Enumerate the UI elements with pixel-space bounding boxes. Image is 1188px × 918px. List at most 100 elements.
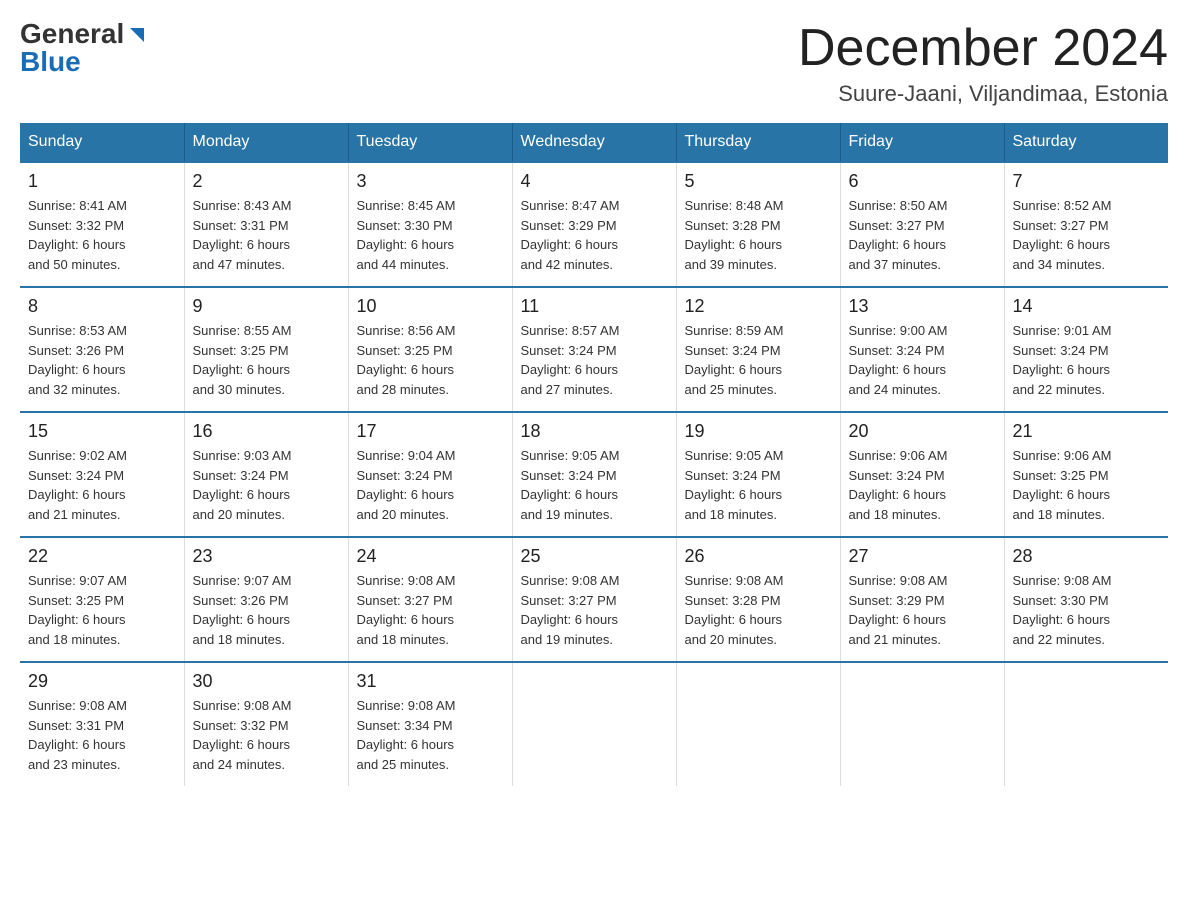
day-number: 27 xyxy=(849,546,996,567)
day-info: Sunrise: 9:08 AM Sunset: 3:29 PM Dayligh… xyxy=(849,571,996,649)
location-subtitle: Suure-Jaani, Viljandimaa, Estonia xyxy=(798,81,1168,107)
day-info: Sunrise: 9:02 AM Sunset: 3:24 PM Dayligh… xyxy=(28,446,176,524)
day-number: 16 xyxy=(193,421,340,442)
week-row-3: 15 Sunrise: 9:02 AM Sunset: 3:24 PM Dayl… xyxy=(20,412,1168,537)
week-row-1: 1 Sunrise: 8:41 AM Sunset: 3:32 PM Dayli… xyxy=(20,162,1168,287)
calendar-table: SundayMondayTuesdayWednesdayThursdayFrid… xyxy=(20,123,1168,786)
day-number: 31 xyxy=(357,671,504,692)
calendar-cell: 26 Sunrise: 9:08 AM Sunset: 3:28 PM Dayl… xyxy=(676,537,840,662)
day-number: 5 xyxy=(685,171,832,192)
day-info: Sunrise: 8:50 AM Sunset: 3:27 PM Dayligh… xyxy=(849,196,996,274)
week-row-4: 22 Sunrise: 9:07 AM Sunset: 3:25 PM Dayl… xyxy=(20,537,1168,662)
calendar-cell: 15 Sunrise: 9:02 AM Sunset: 3:24 PM Dayl… xyxy=(20,412,184,537)
calendar-cell: 11 Sunrise: 8:57 AM Sunset: 3:24 PM Dayl… xyxy=(512,287,676,412)
logo: General Blue xyxy=(20,20,148,76)
day-info: Sunrise: 9:07 AM Sunset: 3:25 PM Dayligh… xyxy=(28,571,176,649)
day-number: 1 xyxy=(28,171,176,192)
day-info: Sunrise: 9:00 AM Sunset: 3:24 PM Dayligh… xyxy=(849,321,996,399)
calendar-cell: 23 Sunrise: 9:07 AM Sunset: 3:26 PM Dayl… xyxy=(184,537,348,662)
day-info: Sunrise: 8:47 AM Sunset: 3:29 PM Dayligh… xyxy=(521,196,668,274)
calendar-cell: 7 Sunrise: 8:52 AM Sunset: 3:27 PM Dayli… xyxy=(1004,162,1168,287)
day-number: 8 xyxy=(28,296,176,317)
day-number: 7 xyxy=(1013,171,1161,192)
calendar-cell xyxy=(840,662,1004,786)
day-info: Sunrise: 9:06 AM Sunset: 3:24 PM Dayligh… xyxy=(849,446,996,524)
day-number: 20 xyxy=(849,421,996,442)
day-number: 30 xyxy=(193,671,340,692)
day-number: 25 xyxy=(521,546,668,567)
day-info: Sunrise: 9:06 AM Sunset: 3:25 PM Dayligh… xyxy=(1013,446,1161,524)
calendar-cell: 29 Sunrise: 9:08 AM Sunset: 3:31 PM Dayl… xyxy=(20,662,184,786)
weekday-header-friday: Friday xyxy=(840,123,1004,162)
day-info: Sunrise: 8:59 AM Sunset: 3:24 PM Dayligh… xyxy=(685,321,832,399)
day-info: Sunrise: 8:53 AM Sunset: 3:26 PM Dayligh… xyxy=(28,321,176,399)
day-info: Sunrise: 9:05 AM Sunset: 3:24 PM Dayligh… xyxy=(685,446,832,524)
calendar-cell: 4 Sunrise: 8:47 AM Sunset: 3:29 PM Dayli… xyxy=(512,162,676,287)
calendar-cell: 10 Sunrise: 8:56 AM Sunset: 3:25 PM Dayl… xyxy=(348,287,512,412)
calendar-cell: 20 Sunrise: 9:06 AM Sunset: 3:24 PM Dayl… xyxy=(840,412,1004,537)
day-number: 21 xyxy=(1013,421,1161,442)
page-header: General Blue December 2024 Suure-Jaani, … xyxy=(20,20,1168,107)
day-number: 9 xyxy=(193,296,340,317)
title-section: December 2024 Suure-Jaani, Viljandimaa, … xyxy=(798,20,1168,107)
calendar-cell: 6 Sunrise: 8:50 AM Sunset: 3:27 PM Dayli… xyxy=(840,162,1004,287)
day-info: Sunrise: 8:45 AM Sunset: 3:30 PM Dayligh… xyxy=(357,196,504,274)
day-info: Sunrise: 8:57 AM Sunset: 3:24 PM Dayligh… xyxy=(521,321,668,399)
weekday-header-sunday: Sunday xyxy=(20,123,184,162)
calendar-cell: 8 Sunrise: 8:53 AM Sunset: 3:26 PM Dayli… xyxy=(20,287,184,412)
calendar-cell: 22 Sunrise: 9:07 AM Sunset: 3:25 PM Dayl… xyxy=(20,537,184,662)
logo-blue: Blue xyxy=(20,48,81,76)
day-info: Sunrise: 8:52 AM Sunset: 3:27 PM Dayligh… xyxy=(1013,196,1161,274)
day-number: 4 xyxy=(521,171,668,192)
calendar-cell xyxy=(512,662,676,786)
day-info: Sunrise: 9:05 AM Sunset: 3:24 PM Dayligh… xyxy=(521,446,668,524)
calendar-cell: 13 Sunrise: 9:00 AM Sunset: 3:24 PM Dayl… xyxy=(840,287,1004,412)
calendar-cell: 24 Sunrise: 9:08 AM Sunset: 3:27 PM Dayl… xyxy=(348,537,512,662)
calendar-cell: 12 Sunrise: 8:59 AM Sunset: 3:24 PM Dayl… xyxy=(676,287,840,412)
day-info: Sunrise: 9:08 AM Sunset: 3:28 PM Dayligh… xyxy=(685,571,832,649)
week-row-5: 29 Sunrise: 9:08 AM Sunset: 3:31 PM Dayl… xyxy=(20,662,1168,786)
day-number: 29 xyxy=(28,671,176,692)
calendar-cell: 21 Sunrise: 9:06 AM Sunset: 3:25 PM Dayl… xyxy=(1004,412,1168,537)
calendar-cell xyxy=(1004,662,1168,786)
day-number: 18 xyxy=(521,421,668,442)
calendar-cell: 28 Sunrise: 9:08 AM Sunset: 3:30 PM Dayl… xyxy=(1004,537,1168,662)
calendar-cell: 31 Sunrise: 9:08 AM Sunset: 3:34 PM Dayl… xyxy=(348,662,512,786)
calendar-cell: 18 Sunrise: 9:05 AM Sunset: 3:24 PM Dayl… xyxy=(512,412,676,537)
day-info: Sunrise: 8:56 AM Sunset: 3:25 PM Dayligh… xyxy=(357,321,504,399)
calendar-cell: 1 Sunrise: 8:41 AM Sunset: 3:32 PM Dayli… xyxy=(20,162,184,287)
day-number: 10 xyxy=(357,296,504,317)
day-number: 12 xyxy=(685,296,832,317)
day-info: Sunrise: 8:41 AM Sunset: 3:32 PM Dayligh… xyxy=(28,196,176,274)
day-number: 2 xyxy=(193,171,340,192)
day-number: 14 xyxy=(1013,296,1161,317)
calendar-cell: 19 Sunrise: 9:05 AM Sunset: 3:24 PM Dayl… xyxy=(676,412,840,537)
calendar-cell: 30 Sunrise: 9:08 AM Sunset: 3:32 PM Dayl… xyxy=(184,662,348,786)
day-number: 26 xyxy=(685,546,832,567)
day-info: Sunrise: 9:03 AM Sunset: 3:24 PM Dayligh… xyxy=(193,446,340,524)
weekday-header-thursday: Thursday xyxy=(676,123,840,162)
weekday-header-saturday: Saturday xyxy=(1004,123,1168,162)
calendar-cell xyxy=(676,662,840,786)
calendar-cell: 16 Sunrise: 9:03 AM Sunset: 3:24 PM Dayl… xyxy=(184,412,348,537)
logo-general: General xyxy=(20,20,124,48)
day-info: Sunrise: 8:55 AM Sunset: 3:25 PM Dayligh… xyxy=(193,321,340,399)
day-info: Sunrise: 9:04 AM Sunset: 3:24 PM Dayligh… xyxy=(357,446,504,524)
day-info: Sunrise: 9:01 AM Sunset: 3:24 PM Dayligh… xyxy=(1013,321,1161,399)
weekday-header-monday: Monday xyxy=(184,123,348,162)
day-number: 11 xyxy=(521,296,668,317)
calendar-cell: 3 Sunrise: 8:45 AM Sunset: 3:30 PM Dayli… xyxy=(348,162,512,287)
day-number: 23 xyxy=(193,546,340,567)
day-number: 28 xyxy=(1013,546,1161,567)
calendar-cell: 14 Sunrise: 9:01 AM Sunset: 3:24 PM Dayl… xyxy=(1004,287,1168,412)
calendar-cell: 27 Sunrise: 9:08 AM Sunset: 3:29 PM Dayl… xyxy=(840,537,1004,662)
day-number: 22 xyxy=(28,546,176,567)
day-number: 15 xyxy=(28,421,176,442)
day-info: Sunrise: 9:08 AM Sunset: 3:27 PM Dayligh… xyxy=(357,571,504,649)
day-info: Sunrise: 9:08 AM Sunset: 3:34 PM Dayligh… xyxy=(357,696,504,774)
day-info: Sunrise: 9:08 AM Sunset: 3:27 PM Dayligh… xyxy=(521,571,668,649)
logo-triangle-icon xyxy=(126,24,148,46)
month-title: December 2024 xyxy=(798,20,1168,77)
calendar-cell: 17 Sunrise: 9:04 AM Sunset: 3:24 PM Dayl… xyxy=(348,412,512,537)
day-info: Sunrise: 9:08 AM Sunset: 3:32 PM Dayligh… xyxy=(193,696,340,774)
